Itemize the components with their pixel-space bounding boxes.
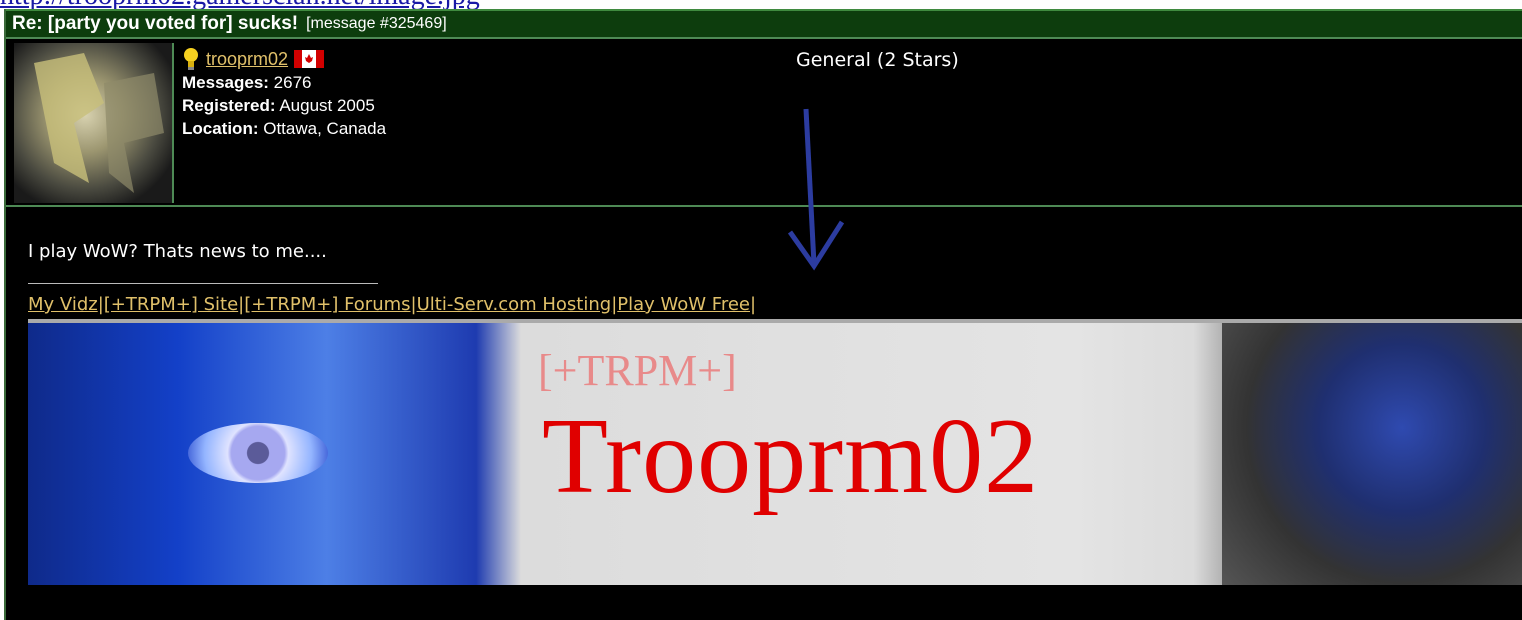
post-title: Re: [party you voted for] sucks! — [12, 13, 299, 34]
messages-count: 2676 — [273, 73, 312, 92]
banner-tag: [+TRPM+] — [538, 346, 737, 395]
post-body: I play WoW? Thats news to me.... — [28, 241, 327, 262]
sig-link-trpm-forums[interactable]: [+TRPM+] Forums — [244, 294, 410, 315]
user-details: trooprm02 Messages: 2676 Registered: Aug… — [182, 47, 386, 140]
message-id[interactable]: [message #325469] — [306, 15, 447, 33]
sig-link-ulti-serv[interactable]: Ulti-Serv.com Hosting — [417, 294, 612, 315]
registered-label: Registered: — [182, 96, 276, 115]
rank-label: General (2 Stars) — [796, 49, 959, 71]
signature-divider — [28, 283, 378, 284]
username-link[interactable]: trooprm02 — [206, 48, 288, 71]
signature-banner: [+TRPM+] Trooprm02 — [28, 319, 1522, 585]
banner-eye-icon — [188, 423, 328, 483]
forum-post: Re: [party you voted for] sucks! [messag… — [4, 9, 1522, 620]
registered-row: Registered: August 2005 — [182, 94, 386, 117]
user-info-block: trooprm02 Messages: 2676 Registered: Aug… — [6, 39, 1522, 207]
location-label: Location: — [182, 119, 259, 138]
sig-link-play-wow[interactable]: Play WoW Free — [617, 294, 750, 315]
sig-link-my-vidz[interactable]: My Vidz — [28, 294, 98, 315]
post-title-bar: Re: [party you voted for] sucks! [messag… — [6, 9, 1522, 39]
annotation-arrow-icon — [787, 108, 845, 271]
banner-name: Trooprm02 — [542, 397, 1040, 516]
banner-logo-icon — [1222, 323, 1522, 585]
canada-flag-icon — [294, 50, 325, 68]
avatar — [14, 43, 174, 203]
registered-date: August 2005 — [279, 96, 375, 115]
lightbulb-icon — [184, 48, 198, 70]
location-row: Location: Ottawa, Canada — [182, 117, 386, 140]
location-value: Ottawa, Canada — [263, 119, 387, 138]
messages-row: Messages: 2676 — [182, 71, 386, 94]
signature-links: My Vidz|[+TRPM+] Site|[+TRPM+] Forums|Ul… — [28, 294, 757, 315]
messages-label: Messages: — [182, 73, 269, 92]
sig-link-trpm-site[interactable]: [+TRPM+] Site — [104, 294, 238, 315]
